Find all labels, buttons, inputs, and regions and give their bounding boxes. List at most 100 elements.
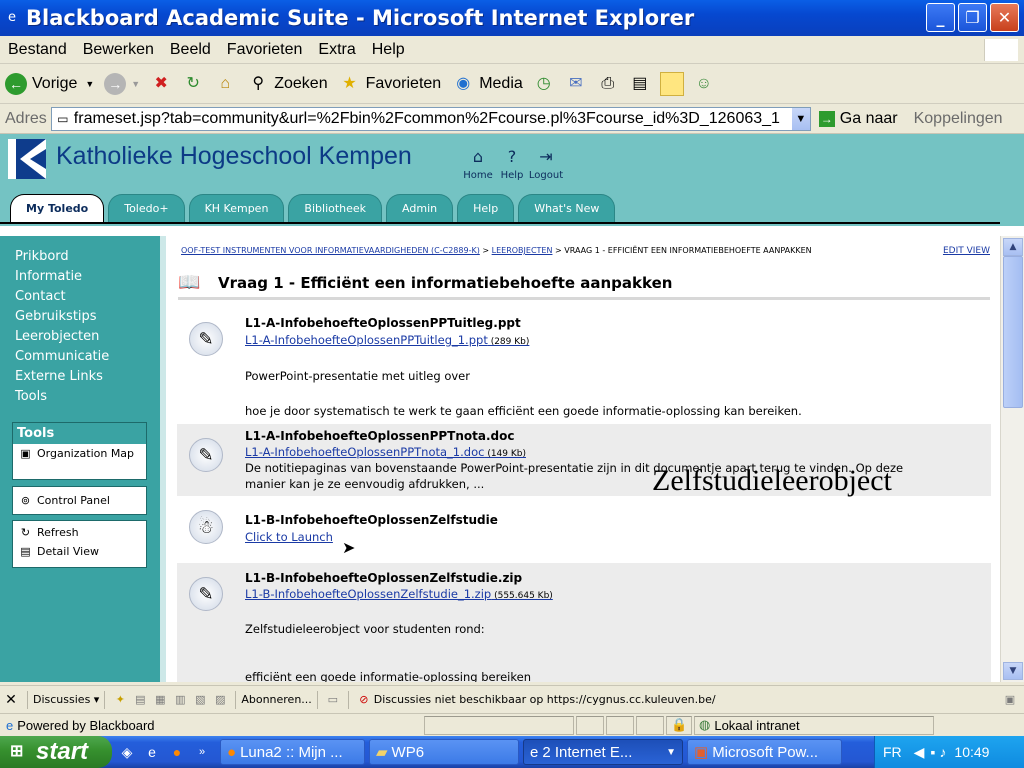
language-indicator[interactable]: FR xyxy=(883,744,902,760)
chevron-down-icon[interactable]: ▼ xyxy=(85,79,94,89)
vertical-scrollbar[interactable]: ▲ ▼ xyxy=(1000,236,1024,682)
mail-icon[interactable]: ✉ xyxy=(564,72,588,96)
discussion-pane-icon[interactable]: ▣ xyxy=(1002,693,1018,707)
discussions-button[interactable]: Discussies ▾ xyxy=(33,693,99,706)
minimize-button[interactable]: _ xyxy=(926,3,955,32)
scroll-thumb[interactable] xyxy=(1003,256,1023,408)
task-button-luna2[interactable]: ● Luna2 :: Mijn ... xyxy=(220,739,365,765)
menu-extra[interactable]: Extra xyxy=(310,41,363,59)
maximize-button[interactable]: ❐ xyxy=(958,3,987,32)
nav-informatie[interactable]: Informatie xyxy=(0,267,160,287)
tab-toledo-plus[interactable]: Toledo+ xyxy=(108,194,185,222)
tab-kh-kempen[interactable]: KH Kempen xyxy=(188,194,285,222)
tab-help[interactable]: Help xyxy=(457,194,515,222)
refresh-link[interactable]: ↻ Refresh xyxy=(13,523,146,542)
close-button[interactable]: ✕ xyxy=(990,3,1019,32)
menu-beeld[interactable]: Beeld xyxy=(162,41,219,59)
scroll-up-icon[interactable]: ▲ xyxy=(1003,238,1023,256)
nav-contact[interactable]: Contact xyxy=(0,287,160,307)
edit-view-link[interactable]: EDIT VIEW xyxy=(943,246,990,256)
menu-favorieten[interactable]: Favorieten xyxy=(219,41,311,59)
clock[interactable]: 10:49 xyxy=(954,744,989,760)
document-icon: ✎ xyxy=(189,438,223,472)
edit-icon[interactable]: ▤ xyxy=(628,72,652,96)
close-icon[interactable]: ✕ xyxy=(0,692,22,708)
discussion-options-icon[interactable]: ▭ xyxy=(325,693,341,707)
control-panel-link[interactable]: ⊚ Control Panel xyxy=(13,491,146,510)
new-discussion-icon[interactable]: ✦ xyxy=(112,693,128,707)
item-file-link[interactable]: L1-A-InfobehoefteOplossenPPTuitleg_1.ppt… xyxy=(245,333,529,347)
globe-icon: ◉ xyxy=(456,74,471,92)
media-button[interactable]: ◉ Media xyxy=(446,67,528,101)
tab-whats-new[interactable]: What's New xyxy=(518,194,616,222)
task-button-wp6[interactable]: ▰ WP6 xyxy=(369,739,519,765)
volume-icon[interactable]: ♪ xyxy=(939,744,946,760)
tools-box: Tools ▣ Organization Map xyxy=(12,422,147,480)
collapse-icon[interactable]: ▥ xyxy=(172,693,188,707)
nav-communicatie[interactable]: Communicatie xyxy=(0,347,160,367)
status-pane xyxy=(424,715,574,735)
quick-launch-icon[interactable]: ◈ xyxy=(117,742,137,762)
address-input[interactable]: ▭ frameset.jsp?tab=community&url=%2Fbin%… xyxy=(50,106,811,131)
item-file-link[interactable]: L1-A-InfobehoefteOplossenPPTnota_1.doc (… xyxy=(245,445,526,459)
click-to-launch-link[interactable]: Click to Launch xyxy=(245,530,333,544)
item-description: PowerPoint-presentatie met uitleg over xyxy=(245,369,470,383)
status-text: Powered by Blackboard xyxy=(17,717,155,733)
detail-view-link[interactable]: ▤ Detail View xyxy=(13,542,146,561)
ie-quick-launch-icon[interactable]: e xyxy=(142,742,162,762)
menu-bestand[interactable]: Bestand xyxy=(0,41,75,59)
nav-tools[interactable]: Tools xyxy=(0,387,160,407)
logout-link[interactable]: ⇥ Logout xyxy=(528,147,564,182)
nav-externe-links[interactable]: Externe Links xyxy=(0,367,160,387)
tray-expand-icon[interactable]: ◀ xyxy=(914,744,925,761)
links-button[interactable]: Koppelingen xyxy=(906,110,1003,128)
logout-icon: ⇥ xyxy=(539,147,553,166)
start-button[interactable]: ⊞ start xyxy=(0,736,112,768)
show-more-icon[interactable]: » xyxy=(192,742,212,762)
nav-gebruikstips[interactable]: Gebruikstips xyxy=(0,307,160,327)
item-file-link[interactable]: L1-B-InfobehoefteOplossenZelfstudie_1.zi… xyxy=(245,587,553,601)
breadcrumb-course-link[interactable]: OOF-TEST INSTRUMENTEN VOOR INFORMATIEVAA… xyxy=(181,246,480,255)
forward-button[interactable]: → ▼ xyxy=(99,67,145,101)
help-icon: ? xyxy=(507,147,517,166)
favorites-button[interactable]: ★ Favorieten xyxy=(333,67,447,101)
note-icon[interactable] xyxy=(659,71,684,96)
help-link[interactable]: ? Help xyxy=(494,147,530,182)
history-icon[interactable]: ◷ xyxy=(532,72,556,96)
task-button-powerpoint[interactable]: ▣ Microsoft Pow... xyxy=(687,739,842,765)
home-link[interactable]: ⌂ Home xyxy=(460,148,496,182)
task-button-internet-explorer[interactable]: e2 Internet E... ▼ xyxy=(523,739,683,765)
divider xyxy=(347,690,349,709)
nav-prikbord[interactable]: Prikbord xyxy=(0,247,160,267)
stop-icon[interactable]: ✖ xyxy=(149,72,173,96)
go-arrow-icon: → xyxy=(818,110,835,127)
address-label: Adres xyxy=(5,109,47,127)
organization-map-link[interactable]: ▣ Organization Map xyxy=(13,444,146,463)
nav-leerobjecten[interactable]: Leerobjecten xyxy=(0,327,160,347)
tab-bibliotheek[interactable]: Bibliotheek xyxy=(288,194,383,222)
network-icon[interactable]: ▪ xyxy=(930,744,935,760)
refresh-icon[interactable]: ↻ xyxy=(181,72,205,96)
scroll-down-icon[interactable]: ▼ xyxy=(1003,662,1023,680)
firefox-quick-launch-icon[interactable]: ● xyxy=(167,742,187,762)
previous-icon[interactable]: ▨ xyxy=(212,693,228,707)
ie-page-icon: e xyxy=(6,717,14,733)
breadcrumb-section-link[interactable]: LEEROBJECTEN xyxy=(492,246,553,255)
print-icon[interactable]: ⎙ xyxy=(596,72,620,96)
menu-bewerken[interactable]: Bewerken xyxy=(75,41,162,59)
search-button[interactable]: ⚲ Zoeken xyxy=(241,67,332,101)
address-dropdown-icon[interactable]: ▼ xyxy=(791,107,810,130)
next-icon[interactable]: ▧ xyxy=(192,693,208,707)
menu-help[interactable]: Help xyxy=(364,41,413,59)
subscribe-button[interactable]: Abonneren... xyxy=(241,693,311,706)
go-button[interactable]: → Ga naar xyxy=(811,110,906,128)
reply-icon[interactable]: ▤ xyxy=(132,693,148,707)
tab-my-toledo[interactable]: My Toledo xyxy=(10,194,105,222)
back-button[interactable]: ← Vorige ▼ xyxy=(0,67,99,101)
home-icon[interactable]: ⌂ xyxy=(213,72,237,96)
messenger-icon[interactable]: ☺ xyxy=(692,72,716,96)
tab-admin[interactable]: Admin xyxy=(386,194,454,222)
kh-logo xyxy=(8,139,46,179)
search-icon: ⚲ xyxy=(252,74,265,92)
expand-icon[interactable]: ▦ xyxy=(152,693,168,707)
